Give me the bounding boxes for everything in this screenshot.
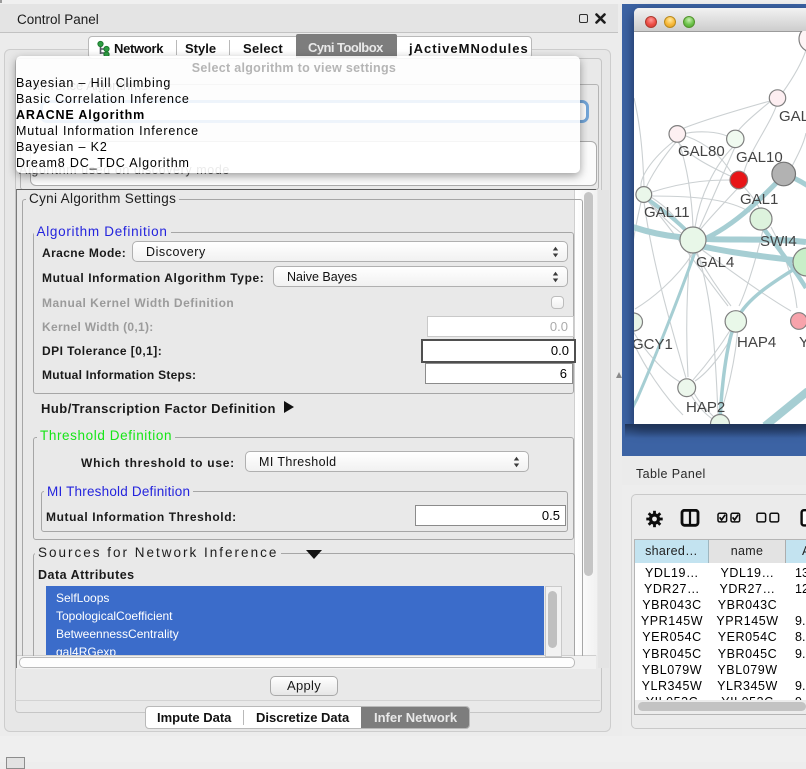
svg-text:HAP2: HAP2 (686, 399, 725, 416)
svg-text:Y: Y (799, 334, 806, 351)
svg-text:GAL4: GAL4 (696, 254, 734, 271)
svg-text:GAL10: GAL10 (736, 149, 783, 166)
svg-text:HAP4: HAP4 (737, 334, 776, 351)
svg-text:GAL11: GAL11 (644, 204, 690, 221)
svg-text:GAL: GAL (779, 108, 806, 125)
svg-text:GCY1: GCY1 (634, 336, 673, 353)
svg-text:SWI4: SWI4 (760, 233, 797, 250)
svg-text:GAL1: GAL1 (740, 191, 778, 208)
svg-text:GAL80: GAL80 (678, 143, 725, 160)
